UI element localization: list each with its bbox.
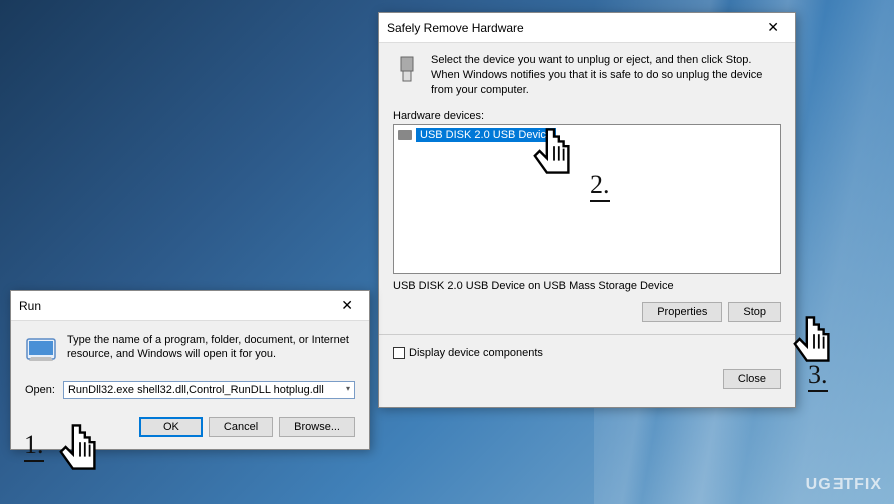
close-icon[interactable]: ✕ xyxy=(759,19,787,36)
stop-button[interactable]: Stop xyxy=(728,302,781,322)
hardware-devices-list[interactable]: USB DISK 2.0 USB Device xyxy=(393,124,781,274)
step-1-label: 1. xyxy=(24,430,44,462)
divider xyxy=(379,334,795,335)
ok-button[interactable]: OK xyxy=(139,417,203,437)
run-title: Run xyxy=(19,299,41,313)
browse-button[interactable]: Browse... xyxy=(279,417,355,437)
run-icon xyxy=(25,333,57,365)
srh-titlebar[interactable]: Safely Remove Hardware ✕ xyxy=(379,13,795,43)
open-input-value: RunDll32.exe shell32.dll,Control_RunDLL … xyxy=(68,384,324,396)
open-label: Open: xyxy=(25,384,55,396)
usb-eject-icon xyxy=(393,53,421,90)
srh-description: Select the device you want to unplug or … xyxy=(431,53,781,98)
display-components-label: Display device components xyxy=(409,347,543,359)
cancel-button[interactable]: Cancel xyxy=(209,417,273,437)
display-components-checkbox[interactable] xyxy=(393,347,405,359)
chevron-down-icon[interactable]: ▾ xyxy=(346,384,350,393)
srh-title: Safely Remove Hardware xyxy=(387,21,524,35)
run-titlebar[interactable]: Run ✕ xyxy=(11,291,369,321)
watermark: UGETFIX xyxy=(806,476,882,494)
run-description: Type the name of a program, folder, docu… xyxy=(67,333,355,362)
safely-remove-hardware-dialog: Safely Remove Hardware ✕ Select the devi… xyxy=(378,12,796,408)
close-button[interactable]: Close xyxy=(723,369,781,389)
run-dialog: Run ✕ Type the name of a program, folder… xyxy=(10,290,370,450)
close-icon[interactable]: ✕ xyxy=(333,297,361,314)
step-2-label: 2. xyxy=(590,170,610,202)
step-3-label: 3. xyxy=(808,360,828,392)
device-status-text: USB DISK 2.0 USB Device on USB Mass Stor… xyxy=(393,280,781,292)
list-item[interactable]: USB DISK 2.0 USB Device xyxy=(396,127,778,143)
device-item-label: USB DISK 2.0 USB Device xyxy=(416,128,556,142)
drive-icon xyxy=(398,130,412,140)
properties-button[interactable]: Properties xyxy=(642,302,722,322)
hardware-devices-label: Hardware devices: xyxy=(393,110,781,122)
open-input[interactable]: RunDll32.exe shell32.dll,Control_RunDLL … xyxy=(63,381,355,399)
